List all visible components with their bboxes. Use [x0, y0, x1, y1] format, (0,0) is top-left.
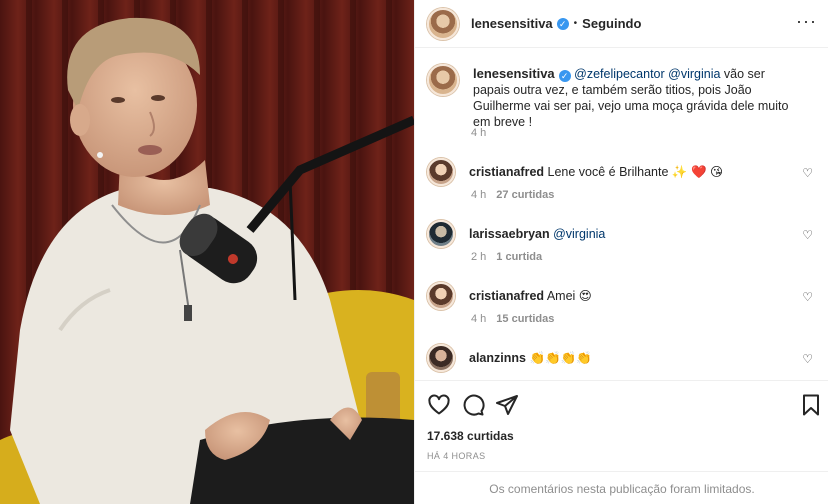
author-username[interactable]: lenesensitiva	[471, 16, 553, 31]
comment-body: Amei 😍	[546, 289, 592, 303]
comment-time: 4 h	[471, 189, 487, 201]
comment-text: larissaebryan @virginia	[469, 226, 605, 248]
comment-meta: 4 h 15 curtidas	[471, 313, 554, 325]
separator-dot: •	[573, 18, 578, 29]
comment-text: alanzinns 👏👏👏👏	[469, 350, 592, 372]
comment-like-icon[interactable]: ♡	[802, 228, 813, 242]
share-icon[interactable]	[495, 393, 519, 417]
comment-likes[interactable]: 27 curtidas	[496, 189, 554, 201]
comment-like-icon[interactable]: ♡	[802, 290, 813, 304]
post-panel: lenesensitiva ✓ • Seguindo ··· lenesensi…	[414, 0, 828, 504]
comment-like-icon[interactable]: ♡	[802, 166, 813, 180]
comment-like-icon[interactable]: ♡	[802, 352, 813, 366]
comment-row: cristianafred Amei 😍 ♡	[427, 282, 817, 310]
author-avatar[interactable]	[427, 7, 459, 40]
commenter-username[interactable]: cristianafred	[469, 165, 544, 179]
post-header: lenesensitiva ✓ • Seguindo ···	[415, 0, 828, 48]
comment-time: 2 h	[471, 251, 487, 263]
commenter-avatar[interactable]	[427, 220, 455, 248]
heart-icon[interactable]	[427, 393, 451, 417]
comment-meta: 2 h 1 curtida	[471, 251, 542, 263]
comment-time: 4 h	[471, 313, 487, 325]
caption-time: 4 h	[471, 127, 487, 139]
comment-text: cristianafred Lene você é Brilhante ✨ ❤️…	[469, 164, 723, 186]
podcast-photo	[0, 0, 414, 504]
mention-link[interactable]: @zefelipecantor	[574, 67, 665, 81]
commenter-avatar[interactable]	[427, 158, 455, 186]
commenter-username[interactable]: cristianafred	[469, 289, 544, 303]
comment-row: alanzinns 👏👏👏👏 ♡	[427, 344, 817, 372]
post-time[interactable]: HÁ 4 HORAS	[427, 451, 486, 461]
caption-avatar[interactable]	[427, 64, 459, 96]
mention-link[interactable]: @virginia	[668, 67, 720, 81]
post-actions: 17.638 curtidas HÁ 4 HORAS Os comentário…	[415, 380, 828, 504]
comment-body: Lene você é Brilhante ✨ ❤️ 😘	[547, 165, 724, 179]
likes-count[interactable]: 17.638 curtidas	[427, 429, 514, 443]
caption-row: lenesensitiva ✓ @zefelipecantor @virginia…	[427, 64, 817, 130]
comments-list[interactable]: lenesensitiva ✓ @zefelipecantor @virginia…	[415, 48, 828, 380]
verified-badge-icon: ✓	[556, 17, 569, 30]
comments-limited-notice: Os comentários nesta publicação foram li…	[415, 471, 828, 504]
comment-body[interactable]: @virginia	[553, 227, 605, 241]
commenter-username[interactable]: alanzinns	[469, 351, 526, 365]
post-image[interactable]	[0, 0, 414, 504]
more-options-icon[interactable]: ···	[796, 12, 817, 30]
comment-likes[interactable]: 15 curtidas	[496, 313, 554, 325]
bookmark-icon[interactable]	[799, 393, 823, 417]
comment-row: larissaebryan @virginia ♡	[427, 220, 817, 248]
commenter-avatar[interactable]	[427, 344, 455, 372]
comment-body: 👏👏👏👏	[529, 351, 592, 365]
comment-row: cristianafred Lene você é Brilhante ✨ ❤️…	[427, 158, 817, 186]
comment-meta: 4 h 27 curtidas	[471, 189, 554, 201]
comment-text: cristianafred Amei 😍	[469, 288, 592, 310]
comment-icon[interactable]	[461, 393, 485, 417]
caption-text: lenesensitiva ✓ @zefelipecantor @virginia…	[473, 66, 803, 130]
verified-badge-icon: ✓	[558, 70, 571, 82]
comment-likes[interactable]: 1 curtida	[496, 251, 542, 263]
following-button[interactable]: Seguindo	[582, 16, 641, 31]
commenter-avatar[interactable]	[427, 282, 455, 310]
caption-username[interactable]: lenesensitiva	[473, 66, 555, 81]
commenter-username[interactable]: larissaebryan	[469, 227, 550, 241]
